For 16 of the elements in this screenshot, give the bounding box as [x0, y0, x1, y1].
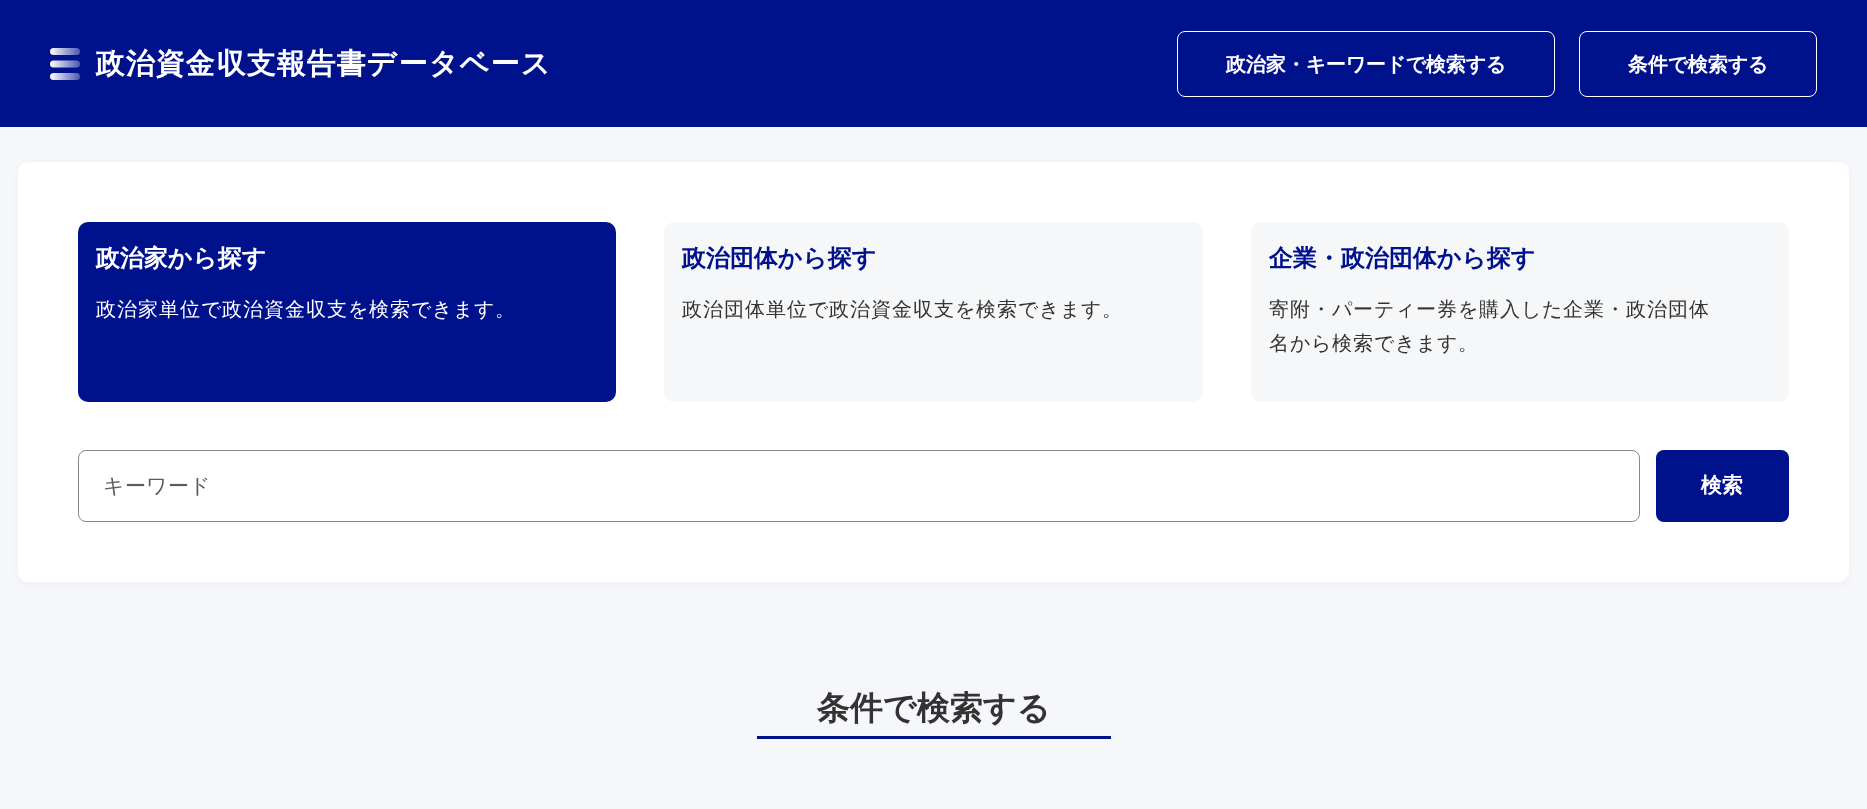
search-button[interactable]: 検索 — [1655, 450, 1789, 522]
tab-title: 政治家から探す — [96, 243, 268, 274]
nav-button[interactable]: 政治家・キーワードで検索する — [1177, 30, 1555, 97]
tab-title: 企業・政治団体から探す — [1268, 243, 1537, 274]
tab-description: 寄附・パーティー券を購入した企業・政治団体名から検索できます。 — [1268, 296, 1711, 357]
site-title[interactable]: 政治資金収支報告書データベース — [96, 41, 553, 86]
nav-button[interactable]: 条件で検索する — [1579, 30, 1817, 97]
search-mode-tab[interactable]: 政治家から探す 政治家単位で政治資金収支を検索できます。 — [78, 222, 617, 402]
keyword-field[interactable]: キーワード — [78, 450, 1640, 522]
tab-title: 政治団体から探す — [682, 243, 879, 274]
logo-icon — [50, 47, 80, 80]
tab-description: 政治団体単位で政治資金収支を検索できます。 — [682, 296, 1125, 323]
tab-description: 政治家単位で政治資金収支を検索できます。 — [96, 296, 517, 323]
search-mode-tab[interactable]: 企業・政治団体から探す 寄附・パーティー券を購入した企業・政治団体名から検索できます。 — [1250, 222, 1789, 402]
search-mode-tab[interactable]: 政治団体から探す 政治団体単位で政治資金収支を検索できます。 — [664, 222, 1203, 402]
section-heading: 条件で検索する — [756, 688, 1111, 739]
